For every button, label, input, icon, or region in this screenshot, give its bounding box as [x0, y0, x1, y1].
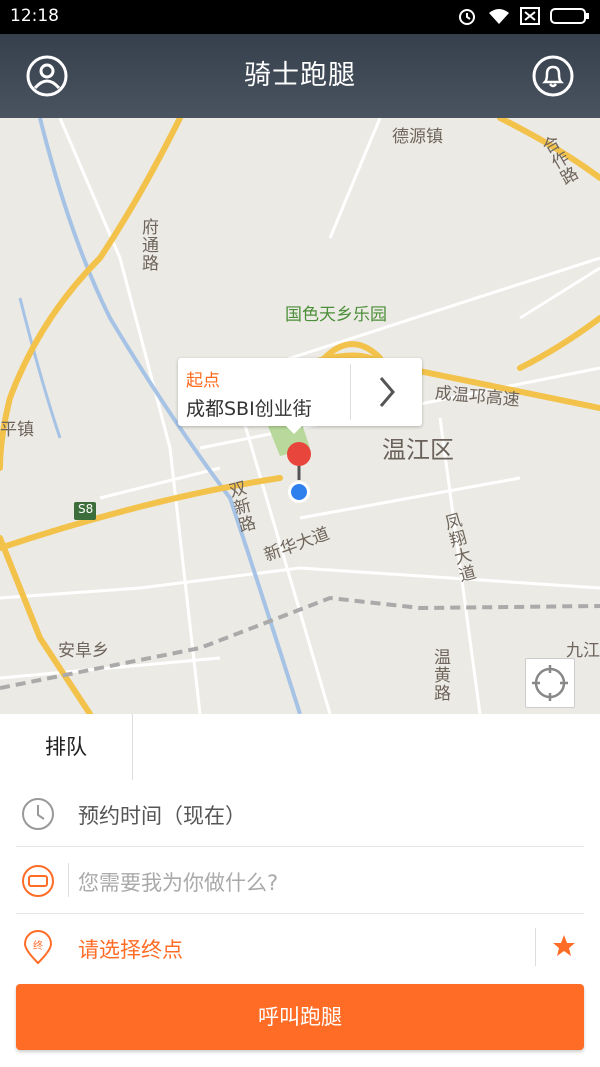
call-errand-button[interactable]: 呼叫跑腿	[16, 984, 584, 1050]
page-title: 骑士跑腿	[244, 60, 356, 91]
task-divider	[68, 863, 69, 897]
bell-icon	[532, 55, 574, 97]
no-sim-icon	[520, 7, 540, 25]
destination-label: 请选择终点	[78, 938, 183, 962]
destination-pin-icon: 终	[23, 930, 53, 965]
status-bar: 12:18	[0, 0, 600, 34]
app-header: 骑士跑腿	[0, 34, 600, 118]
task-input[interactable]: 您需要我为你做什么?	[78, 867, 278, 897]
errand-icon	[22, 865, 54, 897]
status-time: 12:18	[10, 6, 59, 26]
crosshair-icon	[532, 665, 568, 701]
locate-button[interactable]	[525, 658, 575, 708]
start-pin[interactable]	[287, 442, 311, 480]
task-row[interactable]: 您需要我为你做什么?	[16, 847, 584, 914]
chevron-right-icon[interactable]	[354, 364, 420, 420]
star-icon[interactable]	[550, 932, 578, 960]
wifi-icon	[489, 9, 509, 24]
map-label-park: 国色天乡乐园	[285, 305, 387, 325]
destination-row[interactable]: 终 请选择终点	[16, 914, 584, 980]
map-label-district: 温江区	[382, 436, 454, 464]
start-point-callout[interactable]: 起点 成都SBI创业街	[178, 358, 422, 434]
status-icons	[456, 5, 590, 27]
user-icon	[26, 55, 68, 97]
current-location-dot	[288, 481, 310, 503]
profile-button[interactable]	[25, 54, 69, 98]
tab-queue[interactable]: 排队	[0, 714, 133, 780]
callout-divider	[350, 364, 351, 420]
alarm-icon	[459, 9, 475, 25]
destination-divider	[535, 928, 536, 966]
destination-icon-text: 终	[33, 939, 43, 952]
map-label-deyuan: 德源镇	[392, 127, 443, 147]
map-label-pingzhen: 平镇	[0, 420, 34, 440]
order-panel: 预约时间（现在） 您需要我为你做什么? 终 请选择终点 呼叫跑腿	[0, 780, 600, 1067]
map-label-futong: 府通路	[138, 218, 158, 272]
schedule-time-row[interactable]: 预约时间（现在）	[16, 780, 584, 847]
map-label-s8: S8	[78, 502, 94, 516]
map-label-anfu: 安阜乡	[58, 641, 109, 661]
map-label-wenhuang: 温黄路	[430, 648, 450, 702]
clock-icon	[22, 798, 54, 830]
tab-bar: 排队	[0, 714, 600, 781]
map-view[interactable]: 德源镇 合作路 府通路 国色天乡乐园 成温邛高速 温江区 平镇 双新路 新华大道…	[0, 118, 600, 714]
notification-button[interactable]	[531, 54, 575, 98]
start-point-tag: 起点	[186, 371, 220, 391]
schedule-time-label: 预约时间（现在）	[78, 804, 246, 828]
battery-icon	[550, 8, 589, 24]
start-point-address: 成都SBI创业街	[186, 398, 312, 420]
